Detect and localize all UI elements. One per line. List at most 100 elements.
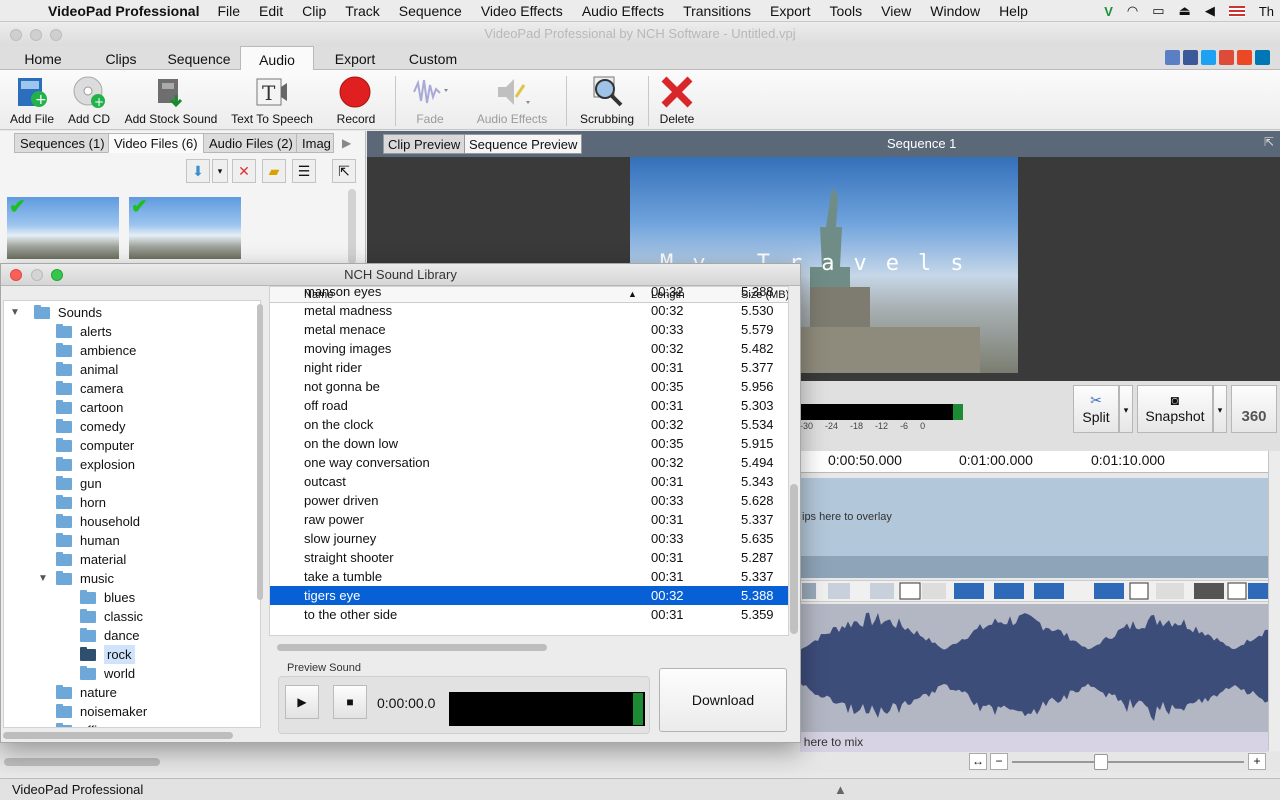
- zoom-slider-track[interactable]: [1012, 761, 1244, 763]
- sound-row[interactable]: off road 00:31 5.303: [270, 396, 788, 415]
- tree-node-world[interactable]: world: [80, 664, 135, 683]
- tree-node-material[interactable]: material: [56, 550, 126, 569]
- sound-row[interactable]: straight shooter 00:31 5.287: [270, 548, 788, 567]
- tree-node-comedy[interactable]: comedy: [56, 417, 126, 436]
- app-menu[interactable]: VideoPad Professional: [48, 3, 199, 19]
- import-icon[interactable]: ⬇: [186, 159, 210, 183]
- sound-row[interactable]: to the other side 00:31 5.359: [270, 605, 788, 624]
- video-clips-row[interactable]: [800, 580, 1268, 602]
- menu-view[interactable]: View: [881, 3, 911, 19]
- dialog-minimize-button[interactable]: [31, 269, 43, 281]
- menu-tools[interactable]: Tools: [829, 3, 862, 19]
- snapshot-dropdown-icon[interactable]: ▾: [1213, 385, 1227, 433]
- close-window-button[interactable]: [10, 29, 22, 41]
- tree-node-cartoon[interactable]: cartoon: [56, 398, 123, 417]
- tab-home[interactable]: Home: [12, 46, 74, 70]
- menu-video-effects[interactable]: Video Effects: [481, 3, 563, 19]
- tree-node-rock[interactable]: rock: [80, 645, 135, 664]
- tree-node-human[interactable]: human: [56, 531, 120, 550]
- tab-clip-preview[interactable]: Clip Preview: [383, 134, 466, 154]
- menu-audio-effects[interactable]: Audio Effects: [582, 3, 664, 19]
- sound-row[interactable]: not gonna be 00:35 5.956: [270, 377, 788, 396]
- sound-row[interactable]: moving images 00:32 5.482: [270, 339, 788, 358]
- timeline-hscrollbar[interactable]: [4, 758, 160, 766]
- tree-node-blues[interactable]: blues: [80, 588, 135, 607]
- scrubbing-button[interactable]: Scrubbing: [576, 74, 638, 126]
- new-folder-icon[interactable]: ▰: [262, 159, 286, 183]
- tree-node-horn[interactable]: horn: [56, 493, 106, 512]
- tree-node-camera[interactable]: camera: [56, 379, 123, 398]
- expanded-arrow-icon[interactable]: ▼: [10, 303, 20, 322]
- tree-node-office[interactable]: office: [56, 721, 111, 727]
- video-thumbnail[interactable]: ✔: [7, 197, 119, 259]
- tree-scrollbar[interactable]: [257, 304, 263, 600]
- video-thumbnail[interactable]: ✔: [129, 197, 241, 259]
- tree-node-household[interactable]: household: [56, 512, 140, 531]
- dialog-zoom-button[interactable]: [51, 269, 63, 281]
- minimize-window-button[interactable]: [30, 29, 42, 41]
- tree-hscrollbar[interactable]: [3, 732, 233, 739]
- list-view-icon[interactable]: ☰: [292, 159, 316, 183]
- tree-node-animal[interactable]: animal: [56, 360, 118, 379]
- volume-icon[interactable]: ◀: [1205, 3, 1215, 19]
- fit-timeline-icon[interactable]: ↔: [969, 753, 987, 770]
- zoom-slider-thumb[interactable]: [1094, 754, 1108, 770]
- zoom-window-button[interactable]: [50, 29, 62, 41]
- tab-images[interactable]: Imag: [296, 133, 334, 153]
- stop-button[interactable]: ■: [333, 685, 367, 719]
- menu-sequence[interactable]: Sequence: [399, 3, 462, 19]
- zoom-in-icon[interactable]: +: [1248, 753, 1266, 770]
- sound-row[interactable]: raw power 00:31 5.337: [270, 510, 788, 529]
- delete-button[interactable]: Delete: [654, 74, 700, 126]
- split-button[interactable]: ✂ Split: [1073, 385, 1119, 433]
- tree-node-computer[interactable]: computer: [56, 436, 134, 455]
- menu-clip[interactable]: Clip: [302, 3, 326, 19]
- text-to-speech-button[interactable]: T Text To Speech: [228, 74, 316, 126]
- tab-audio[interactable]: Audio: [240, 46, 314, 71]
- record-button[interactable]: Record: [330, 74, 382, 126]
- tab-scroll-right-icon[interactable]: ▶: [342, 136, 351, 150]
- 360-button[interactable]: 360: [1231, 385, 1277, 433]
- overlay-track[interactable]: ips here to overlay: [800, 478, 1268, 556]
- videopad-status-icon[interactable]: V: [1104, 4, 1113, 19]
- linkedin-icon[interactable]: [1255, 50, 1270, 65]
- tab-sequence[interactable]: Sequence: [162, 46, 236, 70]
- sound-row[interactable]: one way conversation 00:32 5.494: [270, 453, 788, 472]
- split-dropdown-icon[interactable]: ▾: [1119, 385, 1133, 433]
- tree-node-dance[interactable]: dance: [80, 626, 139, 645]
- menu-edit[interactable]: Edit: [259, 3, 283, 19]
- undock-icon[interactable]: ⇱: [332, 159, 356, 183]
- stumbleupon-icon[interactable]: [1237, 50, 1252, 65]
- tab-clips[interactable]: Clips: [92, 46, 150, 70]
- menu-file[interactable]: File: [217, 3, 240, 19]
- list-hscrollbar[interactable]: [277, 644, 547, 651]
- flag-icon[interactable]: [1228, 5, 1245, 17]
- download-button[interactable]: Download: [659, 668, 787, 732]
- menu-transitions[interactable]: Transitions: [683, 3, 751, 19]
- undock-preview-icon[interactable]: ⇱: [1264, 135, 1274, 149]
- timeline-scrollbar[interactable]: [1268, 451, 1280, 751]
- sound-row[interactable]: manson eyes 00:32 5.388: [270, 287, 788, 301]
- tab-export[interactable]: Export: [322, 46, 388, 70]
- tree-node-alerts[interactable]: alerts: [56, 322, 112, 341]
- tab-sequence-preview[interactable]: Sequence Preview: [464, 134, 583, 154]
- expand-icon[interactable]: ▲: [834, 782, 847, 797]
- wifi-icon[interactable]: ◠: [1127, 3, 1138, 19]
- menu-window[interactable]: Window: [930, 3, 980, 19]
- sound-row[interactable]: on the clock 00:32 5.534: [270, 415, 788, 434]
- sound-row[interactable]: power driven 00:33 5.628: [270, 491, 788, 510]
- menu-track[interactable]: Track: [345, 3, 379, 19]
- menu-help[interactable]: Help: [999, 3, 1028, 19]
- sound-row[interactable]: outcast 00:31 5.343: [270, 472, 788, 491]
- tree-node-gun[interactable]: gun: [56, 474, 102, 493]
- tab-custom[interactable]: Custom: [400, 46, 466, 70]
- play-button[interactable]: ▶: [285, 685, 319, 719]
- expanded-arrow-icon[interactable]: ▼: [38, 569, 48, 588]
- tree-node-music[interactable]: ▼ music: [38, 569, 114, 588]
- facebook-icon[interactable]: [1183, 50, 1198, 65]
- tree-node-noisemaker[interactable]: noisemaker: [56, 702, 147, 721]
- tree-node-explosion[interactable]: explosion: [56, 455, 135, 474]
- import-dropdown-icon[interactable]: ▾: [212, 159, 228, 183]
- tree-node-ambience[interactable]: ambience: [56, 341, 136, 360]
- sound-row[interactable]: on the down low 00:35 5.915: [270, 434, 788, 453]
